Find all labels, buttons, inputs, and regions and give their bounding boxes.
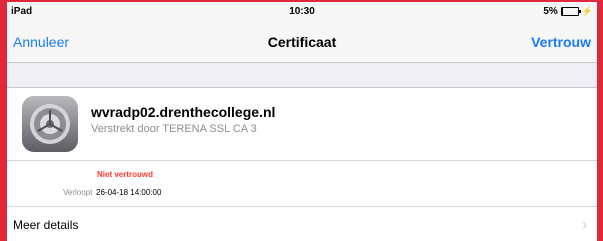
expires-label: Verloopt [63, 188, 93, 197]
clock: 10:30 [289, 6, 315, 17]
certificate-name: wvradp02.drenthecollege.nl [91, 104, 276, 120]
chevron-right-icon: › [582, 216, 587, 232]
battery-fill [561, 8, 563, 15]
settings-gear-icon [22, 96, 78, 152]
trust-status: Niet vertrouwd [97, 170, 154, 179]
certificate-issuer: Verstrekt door TERENA SSL CA 3 [91, 123, 257, 135]
navigation-bar: Annuleer Certificaat Vertrouw [7, 20, 597, 63]
more-details-row[interactable]: Meer details › [7, 207, 597, 241]
divider [7, 160, 597, 161]
battery-percentage: 5% [543, 6, 558, 17]
charging-icon: ⚡ [581, 6, 593, 16]
more-details-label: Meer details [13, 218, 79, 232]
status-bar: iPad 10:30 5% ⚡ [7, 2, 597, 20]
ipad-screen: iPad 10:30 5% ⚡ Annuleer Certificaat Ver… [7, 2, 597, 241]
page-title: Certificaat [267, 34, 337, 50]
battery-status: 5% ⚡ [543, 6, 593, 17]
expires-value: 26-04-18 14:00:00 [96, 188, 162, 197]
battery-icon [560, 7, 581, 16]
trust-button[interactable]: Vertrouw [531, 34, 591, 50]
certificate-card: wvradp02.drenthecollege.nl Verstrekt doo… [7, 87, 597, 241]
